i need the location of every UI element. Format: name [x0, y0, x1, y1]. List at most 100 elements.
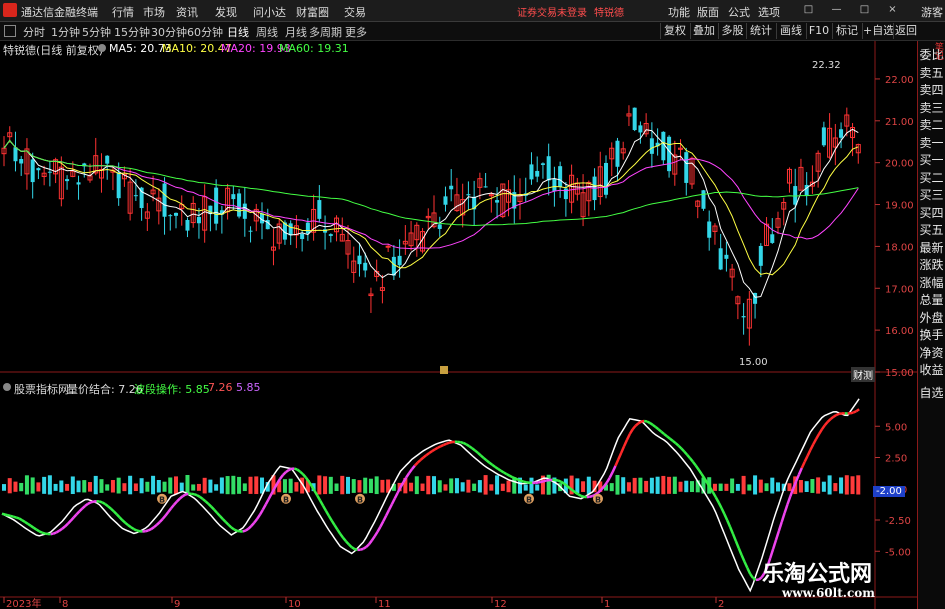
- candle-body: [632, 107, 637, 131]
- period-tab-5[interactable]: 60分钟: [187, 24, 223, 40]
- indicator-bar: [437, 480, 442, 493]
- toolbar-button-8[interactable]: 返回: [893, 23, 918, 39]
- candle-body: [793, 186, 798, 205]
- indicator-bar: [70, 476, 75, 495]
- period-tab-1[interactable]: 1分钟: [51, 24, 80, 40]
- menu-item-1[interactable]: 市场: [143, 4, 165, 20]
- right-panel-item-14[interactable]: 总量: [918, 293, 945, 307]
- window-maximize-icon[interactable]: □: [858, 3, 871, 16]
- indicator-line-color: [431, 448, 436, 453]
- right-panel-item-18[interactable]: 收益: [918, 363, 945, 377]
- indicator-name: 股票指标网: [14, 383, 69, 396]
- indicator-bar: [19, 482, 24, 492]
- indicator-line-color: [258, 509, 264, 516]
- window-restore-icon[interactable]: □: [802, 3, 815, 16]
- period-tab-6[interactable]: 日线: [227, 24, 249, 40]
- right-panel-item-5[interactable]: 卖一: [918, 136, 945, 150]
- period-tab-8[interactable]: 月线: [285, 24, 307, 40]
- right-panel-item-13[interactable]: 涨幅: [918, 276, 945, 290]
- indicator-line-color: [342, 537, 347, 543]
- period-tab-10[interactable]: 更多: [345, 24, 367, 40]
- toolbar-button-3[interactable]: 统计: [746, 23, 775, 39]
- indicator-line-color: [87, 501, 92, 505]
- indicator-bar: [328, 476, 333, 494]
- indicator-bar: [833, 483, 838, 492]
- right-menu-item-1[interactable]: 版面: [697, 4, 719, 20]
- period-tab-4[interactable]: 30分钟: [151, 24, 187, 40]
- right-menu-item-3[interactable]: 选项: [758, 4, 780, 20]
- right-panel-item-2[interactable]: 卖四: [918, 83, 945, 97]
- menu-item-6[interactable]: 交易: [344, 4, 366, 20]
- right-panel-item-4[interactable]: 卖二: [918, 118, 945, 132]
- right-panel-item-11[interactable]: 最新: [918, 241, 945, 255]
- right-panel-item-7[interactable]: 买二: [918, 171, 945, 185]
- indicator-line-color: [416, 459, 422, 464]
- indicator-line-color: [155, 521, 161, 526]
- toolbar-button-7[interactable]: +自选: [862, 23, 894, 39]
- menu-item-0[interactable]: 行情: [112, 4, 134, 20]
- chart-canvas[interactable]: B B B B B 22.00 21.00 20.00 19.00 18.00 17.00 16.0…: [0, 41, 917, 609]
- finance-label[interactable]: 财测: [851, 367, 875, 382]
- right-panel-item-17[interactable]: 净资: [918, 346, 945, 360]
- notes-tab[interactable]: 笔记: [932, 42, 945, 60]
- toolbar-button-1[interactable]: 叠加: [690, 23, 717, 39]
- right-menu-item-0[interactable]: 功能: [668, 4, 690, 20]
- toolbar-button-2[interactable]: 多股: [718, 23, 746, 39]
- watchlist-tab[interactable]: 自选: [918, 386, 945, 400]
- indicator-bar: [615, 475, 620, 495]
- indicator-line-color: [333, 524, 339, 531]
- indicator-bar: [535, 484, 540, 491]
- window-minimize-icon[interactable]: —: [830, 3, 843, 16]
- window-close-icon[interactable]: ×: [886, 3, 899, 16]
- right-menu-item-2[interactable]: 公式: [728, 4, 750, 20]
- right-panel-item-1[interactable]: 卖五: [918, 66, 945, 80]
- app-title: 通达信金融终端: [21, 6, 98, 19]
- indicator-bar: [317, 475, 322, 495]
- right-panel-item-15[interactable]: 外盘: [918, 311, 945, 325]
- right-panel-item-9[interactable]: 买四: [918, 206, 945, 220]
- indicator-line-color: [746, 567, 752, 575]
- period-tab-3[interactable]: 15分钟: [114, 24, 150, 40]
- right-panel-item-12[interactable]: 涨跌: [918, 258, 945, 272]
- period-tab-7[interactable]: 周线: [256, 24, 278, 40]
- indicator-line-color: [500, 469, 505, 474]
- indicator-line-color: [666, 435, 671, 440]
- indicator-line-color: [422, 454, 428, 459]
- toolbar-button-6[interactable]: 标记: [832, 23, 861, 39]
- indicator-line-color: [261, 503, 267, 511]
- user-label[interactable]: 游客: [921, 4, 943, 20]
- menu-item-3[interactable]: 发现: [215, 4, 237, 20]
- toolbar-button-4[interactable]: 画线: [776, 23, 805, 39]
- y-tick-label: 20.00: [885, 159, 914, 170]
- indicator-line-color: [84, 502, 89, 507]
- menu-item-4[interactable]: 问小达: [253, 4, 286, 20]
- right-panel-item-6[interactable]: 买一: [918, 153, 945, 167]
- indicator-settings-icon[interactable]: [3, 383, 11, 391]
- indicator-bar: [621, 477, 626, 494]
- x-tick-label: 1: [604, 599, 610, 609]
- notice-stock[interactable]: 特锐德: [594, 4, 624, 19]
- right-panel-item-10[interactable]: 买五: [918, 223, 945, 237]
- toolbar-button-0[interactable]: 复权: [660, 23, 689, 39]
- indicator-line-color: [482, 456, 488, 462]
- period-tab-0[interactable]: 分时: [23, 24, 45, 40]
- layout-toggle-icon[interactable]: [4, 25, 16, 37]
- indicator-line-color: [479, 454, 485, 459]
- right-panel-item-3[interactable]: 卖三: [918, 101, 945, 115]
- indicator-line-color: [445, 441, 450, 445]
- indicator-line-color: [367, 539, 373, 546]
- indicator-line-color: [669, 437, 674, 442]
- buy-signal-label: B: [283, 495, 289, 504]
- menu-item-2[interactable]: 资讯: [176, 4, 198, 20]
- candle-body: [604, 162, 609, 195]
- right-panel-item-8[interactable]: 买三: [918, 188, 945, 202]
- period-tab-2[interactable]: 5分钟: [82, 24, 111, 40]
- toolbar-button-5[interactable]: F10: [806, 23, 831, 39]
- indicator-line-color: [574, 491, 579, 496]
- indicator-line-color: [780, 512, 786, 523]
- menu-item-5[interactable]: 财富圈: [296, 4, 329, 20]
- login-notice[interactable]: 证券交易未登录: [517, 4, 587, 19]
- indicator-line-color: [130, 526, 135, 531]
- period-tab-9[interactable]: 多周期: [309, 24, 342, 40]
- right-panel-item-16[interactable]: 换手: [918, 328, 945, 342]
